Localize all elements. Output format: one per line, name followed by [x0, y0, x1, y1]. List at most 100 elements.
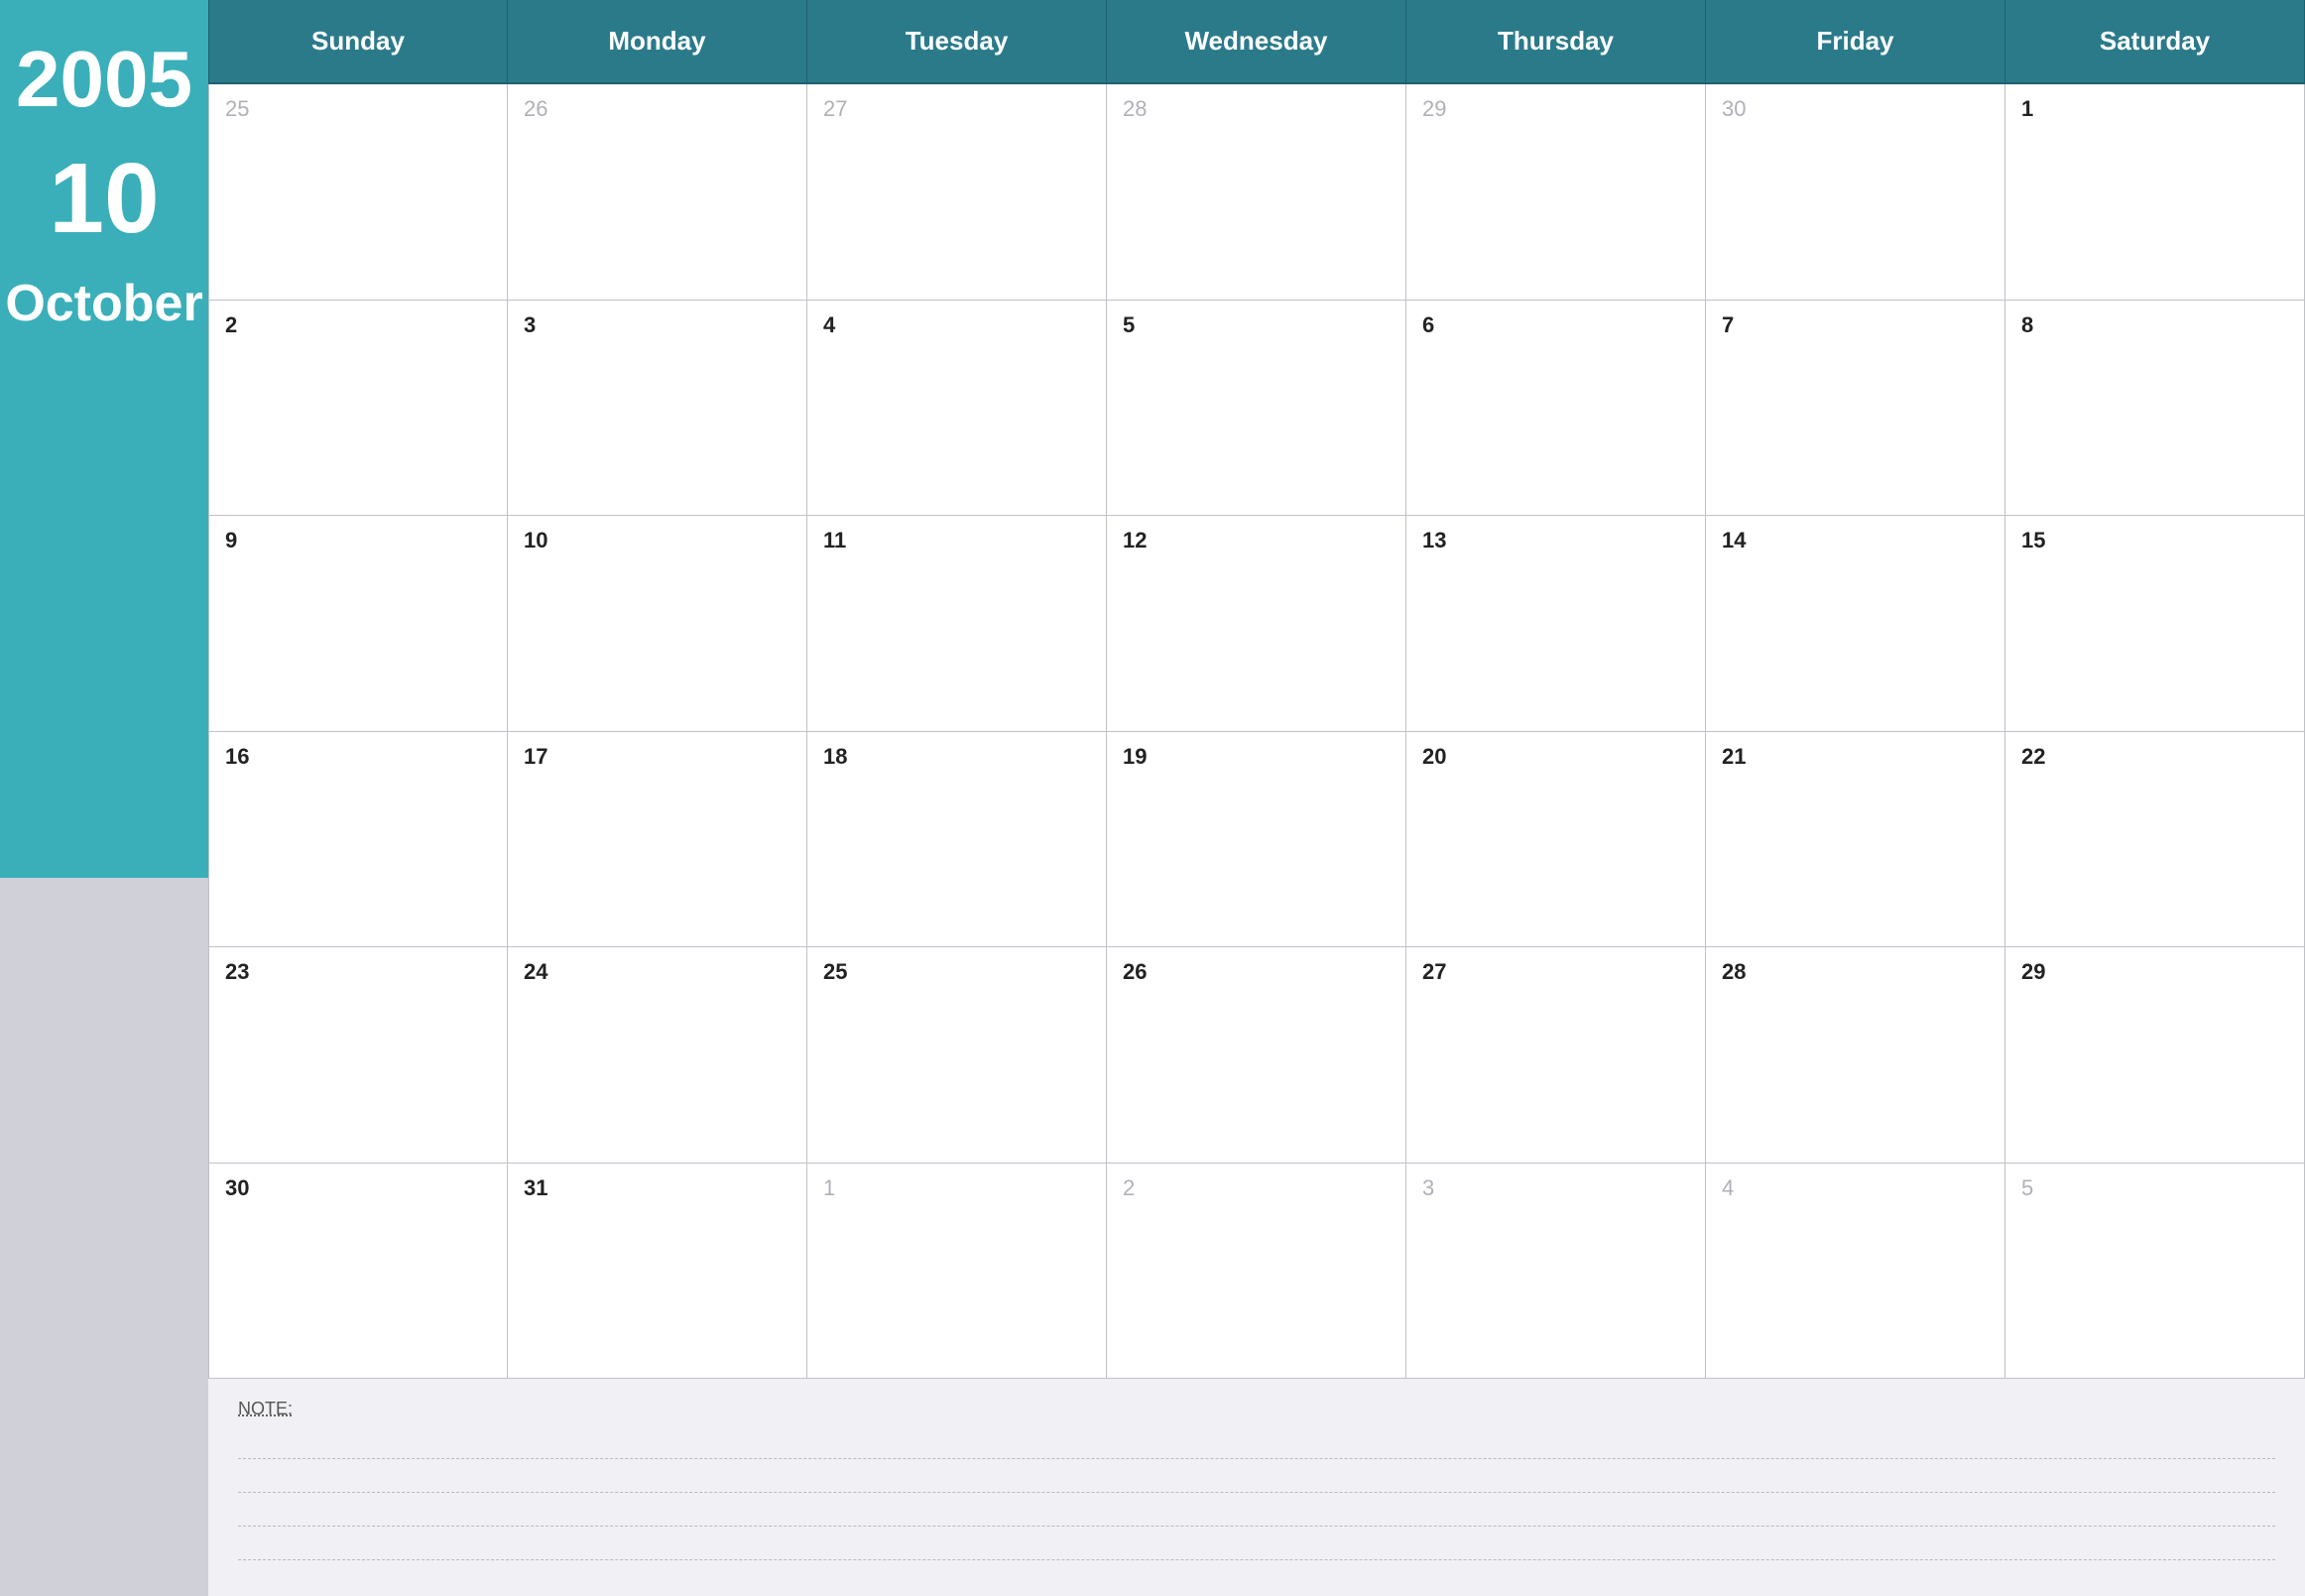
day-cell: 25 [807, 947, 1107, 1163]
day-cell: 21 [1706, 732, 2005, 947]
day-cell: 30 [208, 1164, 508, 1379]
day-number: 27 [823, 96, 847, 121]
day-number: 19 [1123, 744, 1147, 769]
note-line [238, 1499, 2275, 1527]
day-cell: 1 [2005, 84, 2305, 300]
day-number: 13 [1422, 528, 1446, 552]
day-number: 5 [2021, 1175, 2033, 1200]
day-cell: 3 [1406, 1164, 1706, 1379]
note-line [238, 1533, 2275, 1560]
day-number: 4 [1722, 1175, 1734, 1200]
day-header-sunday: Sunday [208, 0, 508, 84]
day-number: 6 [1422, 312, 1434, 337]
weeks-container: 2526272829301234567891011121314151617181… [208, 84, 2305, 1379]
notes-section: NOTE: [208, 1379, 2305, 1596]
day-number: 15 [2021, 528, 2045, 552]
day-cell: 26 [508, 84, 807, 300]
day-number: 4 [823, 312, 835, 337]
day-cell: 18 [807, 732, 1107, 947]
day-cell: 26 [1107, 947, 1406, 1163]
day-header-saturday: Saturday [2005, 0, 2305, 84]
day-number: 9 [225, 528, 237, 552]
day-number: 30 [225, 1175, 249, 1200]
day-number: 28 [1722, 959, 1746, 984]
day-cell: 29 [2005, 947, 2305, 1163]
day-cell: 28 [1107, 84, 1406, 300]
day-headers-row: SundayMondayTuesdayWednesdayThursdayFrid… [208, 0, 2305, 84]
day-cell: 13 [1406, 516, 1706, 731]
day-number: 30 [1722, 96, 1746, 121]
day-cell: 22 [2005, 732, 2305, 947]
day-number: 2 [225, 312, 237, 337]
day-cell: 2 [208, 301, 508, 516]
day-number: 27 [1422, 959, 1446, 984]
day-cell: 3 [508, 301, 807, 516]
day-number: 5 [1123, 312, 1135, 337]
day-cell: 31 [508, 1164, 807, 1379]
day-number: 26 [524, 96, 547, 121]
day-number: 2 [1123, 1175, 1135, 1200]
day-header-tuesday: Tuesday [807, 0, 1107, 84]
day-cell: 11 [807, 516, 1107, 731]
day-header-friday: Friday [1706, 0, 2005, 84]
day-cell: 25 [208, 84, 508, 300]
day-number: 12 [1123, 528, 1147, 552]
day-cell: 12 [1107, 516, 1406, 731]
day-cell: 9 [208, 516, 508, 731]
day-cell: 29 [1406, 84, 1706, 300]
day-number: 3 [524, 312, 536, 337]
note-line [238, 1465, 2275, 1493]
day-number: 7 [1722, 312, 1734, 337]
day-number: 24 [524, 959, 547, 984]
day-number: 20 [1422, 744, 1446, 769]
day-number: 31 [524, 1175, 547, 1200]
day-number: 1 [823, 1175, 835, 1200]
notes-label: NOTE: [238, 1399, 2275, 1419]
year-label: 2005 [16, 40, 192, 119]
day-cell: 23 [208, 947, 508, 1163]
day-number: 3 [1422, 1175, 1434, 1200]
week-row-6: 30 31 1 2 3 4 5 [208, 1164, 2305, 1380]
month-name-label: October [5, 278, 202, 329]
day-cell: 7 [1706, 301, 2005, 516]
day-cell: 1 [807, 1164, 1107, 1379]
day-number: 26 [1123, 959, 1147, 984]
day-number: 28 [1123, 96, 1147, 121]
day-number: 10 [524, 528, 547, 552]
day-number: 14 [1722, 528, 1746, 552]
day-number: 21 [1722, 744, 1746, 769]
note-line [238, 1431, 2275, 1459]
day-number: 29 [1422, 96, 1446, 121]
day-cell: 14 [1706, 516, 2005, 731]
day-cell: 24 [508, 947, 807, 1163]
day-cell: 5 [2005, 1164, 2305, 1379]
day-number: 11 [823, 528, 846, 552]
sidebar: 2005 10 October [0, 0, 208, 1596]
day-number: 1 [2021, 96, 2033, 121]
calendar-grid: SundayMondayTuesdayWednesdayThursdayFrid… [208, 0, 2305, 1379]
day-cell: 10 [508, 516, 807, 731]
calendar-area: SundayMondayTuesdayWednesdayThursdayFrid… [208, 0, 2305, 1596]
day-cell: 16 [208, 732, 508, 947]
week-row-1: 25 26 27 28 29 30 1 [208, 84, 2305, 301]
day-header-thursday: Thursday [1406, 0, 1706, 84]
day-number: 17 [524, 744, 547, 769]
month-number-label: 10 [49, 149, 159, 248]
day-cell: 19 [1107, 732, 1406, 947]
day-number: 29 [2021, 959, 2045, 984]
day-cell: 4 [1706, 1164, 2005, 1379]
day-cell: 28 [1706, 947, 2005, 1163]
day-cell: 5 [1107, 301, 1406, 516]
day-cell: 27 [807, 84, 1107, 300]
day-cell: 20 [1406, 732, 1706, 947]
day-number: 16 [225, 744, 249, 769]
week-row-2: 2 3 4 5 6 7 8 [208, 301, 2305, 517]
week-row-4: 16 17 18 19 20 21 22 [208, 732, 2305, 948]
day-number: 23 [225, 959, 249, 984]
day-number: 22 [2021, 744, 2045, 769]
day-cell: 8 [2005, 301, 2305, 516]
day-header-monday: Monday [508, 0, 807, 84]
day-number: 18 [823, 744, 847, 769]
day-cell: 15 [2005, 516, 2305, 731]
day-number: 25 [225, 96, 249, 121]
